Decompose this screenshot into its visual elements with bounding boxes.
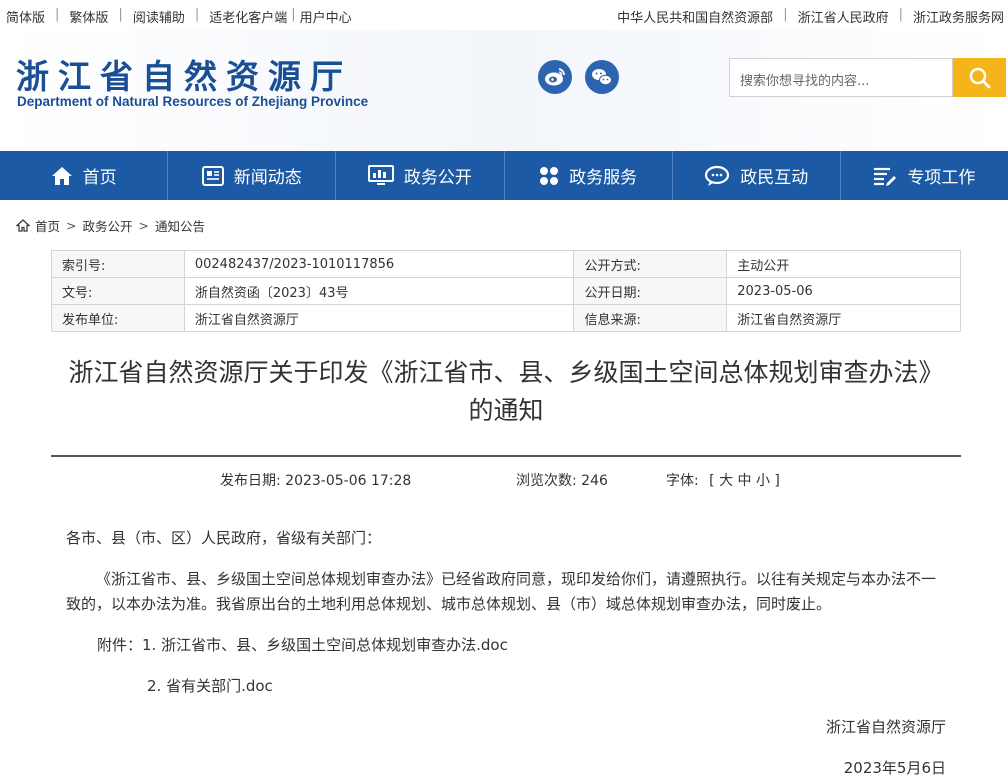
traditional-link[interactable]: 繁体版: [69, 7, 108, 26]
font-size-label: 字体:: [666, 473, 699, 489]
publish-datetime: 发布日期: 2023-05-06 17:28: [220, 473, 412, 489]
site-header: 浙江省自然资源厅 Department of Natural Resources…: [0, 30, 1008, 150]
salutation: 各市、县（市、区）人民政府，省级有关部门：: [66, 529, 382, 547]
home-icon: [16, 219, 30, 232]
nav-label: 政务公开: [403, 168, 472, 188]
doc-number-label: 文号:: [51, 277, 185, 305]
nav-label: 新闻动态: [233, 168, 302, 188]
index-label: 索引号:: [51, 250, 185, 278]
gov-service-link[interactable]: 浙江政务服务网: [913, 7, 1004, 26]
chat-icon: [705, 165, 730, 186]
monitor-icon: [367, 164, 394, 185]
table-row: 发布单位: 浙江省自然资源厅 信息来源: 浙江省自然资源厅: [51, 304, 961, 332]
list-icon: [874, 167, 897, 186]
nav-interaction[interactable]: 政民互动: [673, 151, 841, 200]
reading-aid-link[interactable]: 阅读辅助: [133, 7, 185, 26]
site-logo-en: Department of Natural Resources of Zheji…: [17, 94, 369, 109]
nav-gov-affairs[interactable]: 政务公开: [336, 151, 505, 200]
unit-value: 浙江省自然资源厅: [183, 304, 575, 332]
simplified-link[interactable]: 简体版: [6, 7, 45, 26]
article-title-line2: 的通知: [468, 396, 544, 425]
wechat-icon[interactable]: [585, 60, 619, 94]
search-icon: [969, 67, 991, 89]
nav-gov-service[interactable]: 政务服务: [505, 151, 673, 200]
breadcrumb-separator: >: [138, 218, 149, 233]
attachment-line-2: 2. 省有关部门.doc: [147, 674, 273, 699]
top-utility-bar: 简体版 | 繁体版 | 阅读辅助 | 适老化客户端 | 用户中心 中华人民共和国…: [0, 0, 1008, 30]
article-title-line1: 浙江省自然资源厅关于印发《浙江省市、县、乡级国土空间总体规划审查办法》: [68, 358, 944, 387]
home-icon: [51, 166, 72, 185]
attachment-label: 附件：: [97, 636, 143, 654]
breadcrumb: 首页 > 政务公开 > 通知公告: [16, 216, 205, 235]
document-info-table: 索引号: 002482437/2023-1010117856 公开方式: 主动公…: [51, 250, 961, 332]
table-row: 索引号: 002482437/2023-1010117856 公开方式: 主动公…: [51, 250, 961, 278]
breadcrumb-separator: >: [66, 218, 77, 233]
breadcrumb-gov-affairs[interactable]: 政务公开: [83, 216, 133, 235]
separator: |: [783, 7, 788, 22]
sign-date: 2023年5月6日: [843, 759, 946, 777]
publish-date-value: 2023-05-06: [726, 277, 961, 305]
ministry-link[interactable]: 中华人民共和国自然资源部: [617, 7, 773, 26]
user-center-link[interactable]: 用户中心: [300, 7, 352, 26]
weibo-icon[interactable]: [538, 60, 572, 94]
main-nav: 首页 新闻动态 政务公开 政务服务 政民互动 专项工作: [0, 151, 1008, 200]
search-button[interactable]: [953, 58, 1006, 97]
attachment-link-2[interactable]: 2. 省有关部门.doc: [147, 677, 273, 695]
nav-news[interactable]: 新闻动态: [168, 151, 337, 200]
separator: |: [194, 7, 200, 22]
grid-icon: [540, 166, 559, 185]
nav-label: 专项工作: [907, 168, 976, 188]
source-value: 浙江省自然资源厅: [726, 304, 961, 332]
article-title: 浙江省自然资源厅关于印发《浙江省市、县、乡级国土空间总体规划审查办法》 的通知: [40, 354, 972, 430]
mode-value: 主动公开: [726, 250, 961, 278]
search-input[interactable]: 搜索你想寻找的内容...: [729, 58, 953, 97]
utility-links-left: 简体版 | 繁体版 | 阅读辅助 | 适老化客户端 | 用户中心: [6, 7, 352, 26]
nav-special-work[interactable]: 专项工作: [841, 151, 1008, 200]
news-icon: [201, 165, 224, 186]
signature: 浙江省自然资源厅: [825, 718, 946, 736]
index-value: 002482437/2023-1010117856: [183, 250, 575, 278]
elderly-client-link[interactable]: 适老化客户端: [209, 7, 287, 26]
nav-label: 政务服务: [569, 168, 638, 188]
title-divider: [51, 455, 961, 457]
breadcrumb-home[interactable]: 首页: [35, 216, 60, 235]
publish-date-label: 公开日期:: [573, 277, 728, 305]
nav-home[interactable]: 首页: [0, 151, 169, 200]
font-size-control: 字体: [ 大 中 小 ]: [666, 470, 780, 490]
font-size-options[interactable]: [ 大 中 小 ]: [709, 473, 780, 489]
mode-label: 公开方式:: [573, 250, 728, 278]
doc-number-value: 浙自然资函〔2023〕43号: [183, 277, 575, 305]
body-paragraph: 《浙江省市、县、乡级国土空间总体规划审查办法》已经省政府同意，现印发给你们，请遵…: [66, 570, 937, 613]
view-count: 浏览次数: 246: [516, 473, 608, 489]
separator: |: [291, 7, 296, 22]
utility-links-right: 中华人民共和国自然资源部 | 浙江省人民政府 | 浙江政务服务网: [617, 7, 1004, 26]
separator: |: [55, 7, 60, 22]
nav-label: 首页: [82, 168, 117, 188]
table-row: 文号: 浙自然资函〔2023〕43号 公开日期: 2023-05-06: [51, 277, 961, 305]
attachment-line-1: 附件：1. 浙江省市、县、乡级国土空间总体规划审查办法.doc: [97, 633, 508, 658]
attachment-link-1[interactable]: 1. 浙江省市、县、乡级国土空间总体规划审查办法.doc: [142, 636, 508, 654]
breadcrumb-notices[interactable]: 通知公告: [155, 216, 205, 235]
separator: |: [118, 7, 123, 22]
site-logo-cn[interactable]: 浙江省自然资源厅: [16, 50, 352, 98]
source-label: 信息来源:: [573, 304, 728, 332]
provincial-gov-link[interactable]: 浙江省人民政府: [798, 7, 889, 26]
unit-label: 发布单位:: [51, 304, 185, 332]
nav-label: 政民互动: [740, 168, 809, 188]
separator: |: [898, 7, 903, 22]
